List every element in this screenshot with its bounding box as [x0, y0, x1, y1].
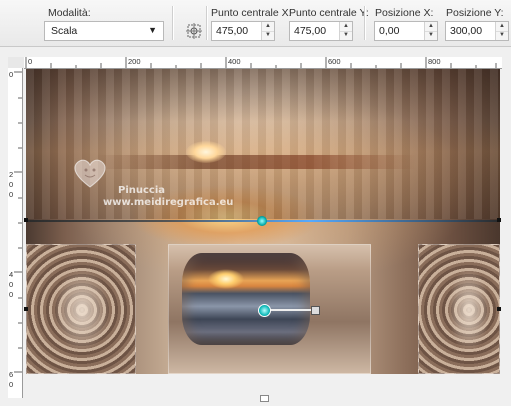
toolbar-separator: [206, 6, 208, 40]
ruler-tick-label: 0: [9, 290, 14, 299]
ruler-tick-label: 0: [9, 180, 14, 189]
left-handle[interactable]: [24, 218, 28, 222]
ruler-tick-label: 800: [428, 57, 441, 66]
center-y-value: 475,00: [294, 25, 327, 37]
mode-value: Scala: [51, 25, 78, 37]
watermark-url: www.meidiregrafica.eu: [103, 197, 234, 208]
ruler-tick-label: 4: [9, 270, 14, 279]
left-tile: [26, 244, 136, 374]
mode-label: Modalità:: [48, 7, 91, 19]
ruler-tick-label: 0: [9, 70, 14, 79]
heart-logo-icon: [74, 159, 106, 188]
chevron-down-icon[interactable]: ▼: [340, 31, 352, 40]
left-handle[interactable]: [24, 307, 28, 311]
center-y-input[interactable]: 475,00 ▲ ▼: [289, 21, 353, 41]
chevron-down-icon[interactable]: ▼: [496, 31, 508, 40]
center-point-handle[interactable]: [258, 304, 271, 317]
center-x-label: Punto centrale X:: [211, 7, 292, 19]
mode-dropdown[interactable]: Scala ▼: [44, 21, 164, 41]
chevron-down-icon: ▼: [148, 25, 157, 35]
rotation-handle-line: [265, 309, 315, 311]
chevron-down-icon[interactable]: ▼: [425, 31, 437, 40]
pos-x-value: 0,00: [379, 25, 400, 37]
pos-x-input[interactable]: 0,00 ▲ ▼: [374, 21, 438, 41]
center-x-input[interactable]: 475,00 ▲ ▼: [211, 21, 275, 41]
tool-options-bar: Modalità: Scala ▼ Punto centrale X: 475,…: [0, 0, 511, 47]
horizontal-ruler[interactable]: 0 200 400 600 800: [24, 57, 502, 69]
pos-x-label: Posizione X:: [375, 7, 434, 19]
image-canvas[interactable]: Pinuccia www.meidiregrafica.eu: [26, 69, 500, 374]
rotation-square-handle[interactable]: [311, 306, 320, 315]
toolbar-separator: [364, 6, 366, 40]
ruler-tick-label: 0: [9, 380, 14, 389]
toolbar-separator: [172, 6, 174, 40]
chevron-down-icon[interactable]: ▼: [262, 31, 274, 40]
ruler-tick-label: 0: [9, 190, 14, 199]
right-handle[interactable]: [497, 218, 501, 222]
ruler-tick-label: 600: [328, 57, 341, 66]
sun-glow: [186, 141, 226, 163]
ruler-tick-label: 0: [28, 57, 33, 66]
crosshair-grid-icon[interactable]: [184, 21, 204, 41]
ruler-corner: [8, 57, 24, 68]
ruler-tick-label: 200: [128, 57, 141, 66]
sunset-photo: [182, 253, 310, 345]
right-handle[interactable]: [497, 307, 501, 311]
center-x-value: 475,00: [216, 25, 249, 37]
ruler-tick-label: 0: [9, 280, 14, 289]
background-layer: [26, 69, 500, 219]
pos-y-input[interactable]: 300,00 ▲ ▼: [445, 21, 509, 41]
center-y-label: Punto centrale Y:: [289, 7, 369, 19]
right-tile: [418, 244, 500, 374]
ruler-tick-label: 6: [9, 370, 14, 379]
ruler-tick-label: 400: [228, 57, 241, 66]
horizon-band: [96, 155, 416, 169]
pos-y-value: 300,00: [450, 25, 483, 37]
watermark-name: Pinuccia: [118, 185, 166, 196]
vertical-ruler[interactable]: 0 2 0 0 4 0 0 6 0: [8, 68, 23, 398]
bottom-handle[interactable]: [260, 395, 269, 402]
pos-y-label: Posizione Y:: [446, 7, 504, 19]
ruler-tick-label: 2: [9, 170, 14, 179]
pick-handle[interactable]: [257, 216, 267, 226]
